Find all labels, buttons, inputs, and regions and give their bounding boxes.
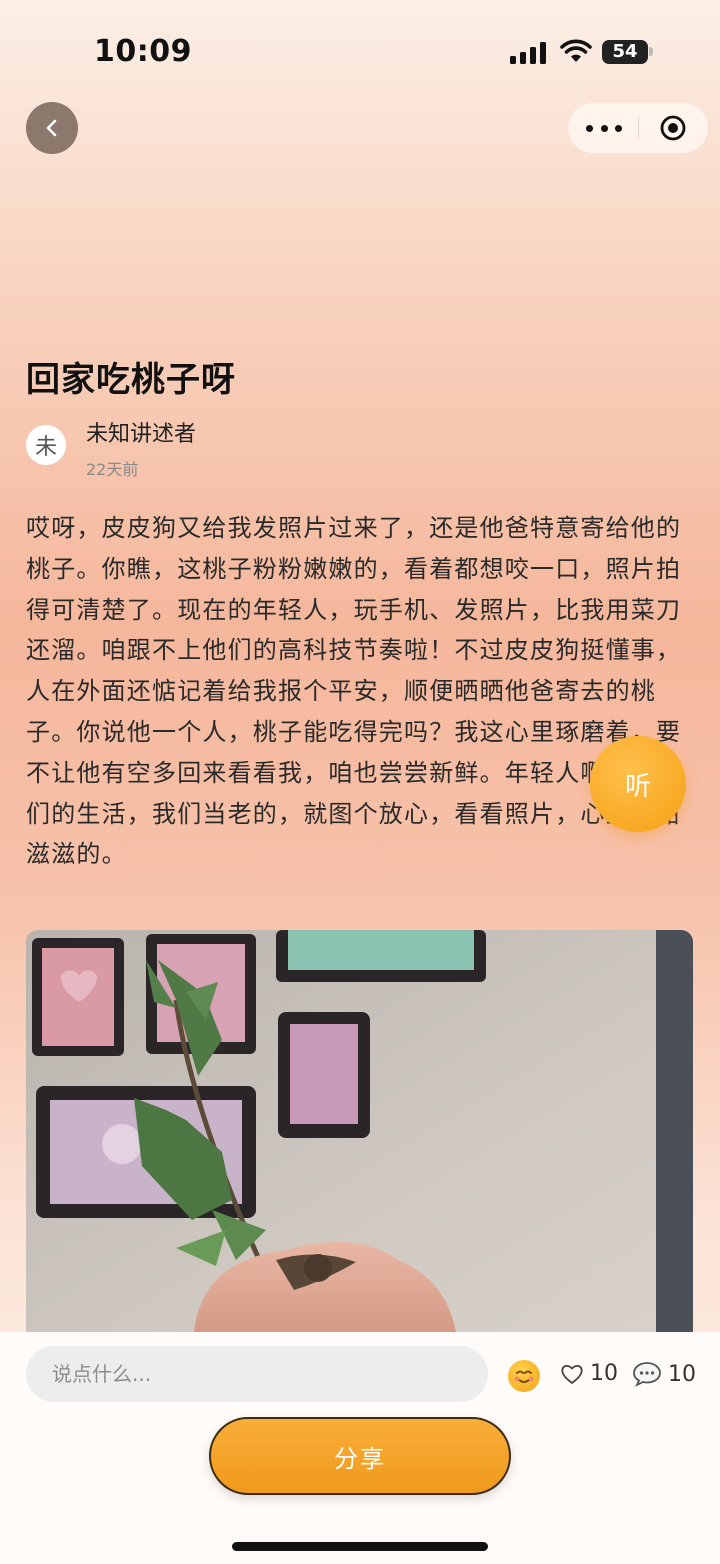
article-photo[interactable] (26, 930, 693, 1332)
avatar-text: 未 (34, 435, 57, 460)
post-time: 22天前 (86, 460, 139, 479)
capsule-divider (638, 117, 639, 139)
comment-button[interactable]: 10 (632, 1361, 696, 1387)
article-title: 回家吃桃子呀 (26, 360, 236, 400)
article-body: 哎呀，皮皮狗又给我发照片过来了，还是他爸特意寄给他的桃子。你瞧，这桃子粉粉嫩嫩的… (26, 514, 682, 869)
like-count: 10 (590, 1361, 618, 1386)
heart-icon (561, 1364, 583, 1384)
mini-program-capsule (568, 103, 708, 153)
status-time: 10:09 (94, 34, 192, 69)
smile-emoji-icon[interactable] (508, 1360, 540, 1392)
target-circle-icon[interactable] (660, 115, 686, 141)
avatar[interactable]: 未 (26, 425, 66, 465)
more-button[interactable] (586, 116, 622, 140)
share-button[interactable]: 分享 (209, 1417, 511, 1495)
battery-tip (649, 47, 653, 56)
photo-image (26, 930, 693, 1332)
listen-label: 听 (624, 771, 651, 802)
bottom-bar: 10 10 分享 (0, 1332, 720, 1564)
more-dots-icon (586, 124, 593, 132)
battery-icon: 54 (602, 40, 648, 64)
status-bar: 10:09 54 (0, 0, 720, 100)
comment-input[interactable] (26, 1346, 488, 1402)
chevron-left-icon (46, 119, 57, 137)
battery-level: 54 (612, 41, 638, 62)
comment-count: 10 (668, 1361, 696, 1387)
comment-bubble-icon (633, 1362, 661, 1387)
like-button[interactable]: 10 (560, 1361, 618, 1386)
home-indicator[interactable] (232, 1542, 488, 1551)
signal-icon (510, 42, 546, 64)
back-button[interactable] (26, 102, 78, 154)
author-name[interactable]: 未知讲述者 (86, 416, 196, 448)
wifi-icon (560, 39, 592, 62)
listen-button[interactable]: 听 (590, 736, 686, 832)
emoji-face (514, 1370, 534, 1383)
